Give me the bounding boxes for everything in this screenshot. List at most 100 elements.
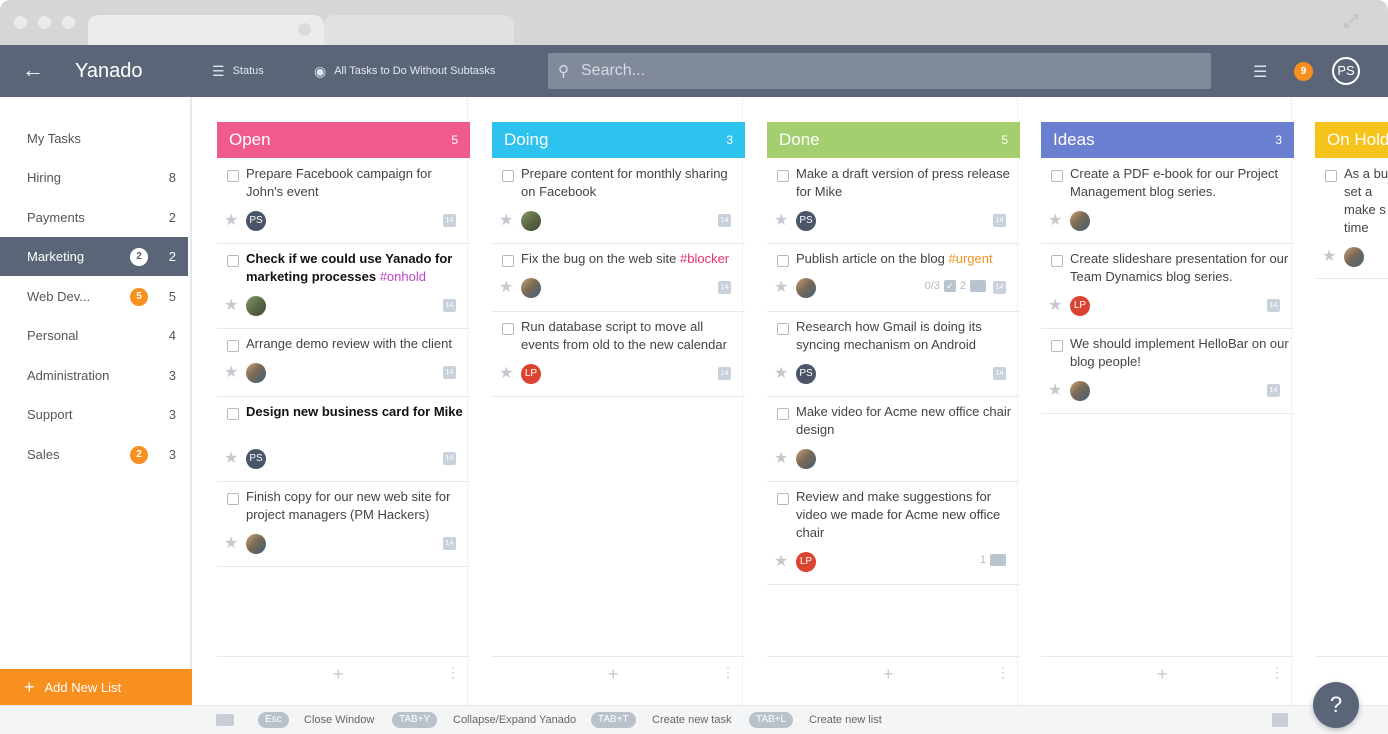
task-checkbox[interactable] — [227, 340, 239, 352]
calendar-icon[interactable]: 14 — [1267, 384, 1280, 397]
task-checkbox[interactable] — [777, 493, 789, 505]
help-question-icon[interactable]: ? — [1313, 682, 1359, 728]
star-icon[interactable]: ★ — [774, 554, 788, 570]
view-filter-button[interactable]: ◉ All Tasks to Do Without Subtasks — [314, 62, 495, 80]
more-options-icon[interactable]: ⋮ — [721, 665, 735, 679]
calendar-icon[interactable]: 14 — [443, 366, 456, 379]
star-icon[interactable]: ★ — [774, 280, 788, 296]
task-card[interactable]: Make a draft version of press release fo… — [767, 165, 1020, 244]
star-icon[interactable]: ★ — [1048, 298, 1062, 314]
add-task-icon[interactable]: + — [608, 665, 619, 683]
column-header[interactable]: Ideas 3 — [1041, 122, 1294, 158]
add-new-list-button[interactable]: + Add New List — [0, 669, 192, 705]
star-icon[interactable]: ★ — [499, 366, 513, 382]
calendar-icon[interactable]: 14 — [718, 367, 731, 380]
assignee-avatar[interactable] — [521, 211, 541, 231]
calendar-icon[interactable]: 14 — [443, 214, 456, 227]
comment-icon[interactable] — [990, 554, 1006, 566]
star-icon[interactable]: ★ — [1048, 383, 1062, 399]
star-icon[interactable]: ★ — [774, 451, 788, 467]
task-tag[interactable]: #blocker — [680, 251, 729, 266]
task-card[interactable]: Review and make suggestions for video we… — [767, 488, 1020, 585]
task-card[interactable]: Arrange demo review with the client ★ 14 — [217, 335, 470, 397]
task-checkbox[interactable] — [1325, 170, 1337, 182]
sidebar-item-support[interactable]: Support 3 — [0, 395, 188, 434]
more-options-icon[interactable]: ⋮ — [996, 665, 1010, 679]
back-arrow-icon[interactable]: ← — [22, 57, 44, 83]
task-checkbox[interactable] — [227, 408, 239, 420]
search-input[interactable] — [581, 62, 1181, 80]
task-checkbox[interactable] — [227, 170, 239, 182]
task-checkbox[interactable] — [1051, 255, 1063, 267]
sidebar-item-administration[interactable]: Administration 3 — [0, 356, 188, 395]
star-icon[interactable]: ★ — [1048, 213, 1062, 229]
add-task-icon[interactable]: + — [1157, 665, 1168, 683]
task-checkbox[interactable] — [777, 323, 789, 335]
task-checkbox[interactable] — [502, 170, 514, 182]
assignee-avatar[interactable] — [246, 296, 266, 316]
calendar-icon[interactable]: 14 — [718, 281, 731, 294]
browser-tab[interactable] — [88, 15, 324, 45]
calendar-icon[interactable]: 14 — [993, 281, 1006, 294]
task-checkbox[interactable] — [227, 493, 239, 505]
task-checkbox[interactable] — [502, 323, 514, 335]
task-card[interactable]: Check if we could use Yanado for marketi… — [217, 250, 470, 329]
browser-tab-inactive[interactable] — [324, 15, 514, 45]
more-options-icon[interactable]: ⋮ — [446, 665, 460, 679]
assignee-avatar[interactable]: PS — [246, 449, 266, 469]
task-card[interactable]: Publish article on the blog #urgent ★ 0/… — [767, 250, 1020, 312]
task-tag[interactable]: #urgent — [948, 251, 992, 266]
assignee-avatar[interactable] — [1070, 381, 1090, 401]
task-card[interactable]: Run database script to move all events f… — [492, 318, 745, 397]
task-checkbox[interactable] — [1051, 170, 1063, 182]
task-card[interactable]: Create a PDF e-book for our Project Mana… — [1041, 165, 1294, 244]
task-card[interactable]: We should implement HelloBar on our blog… — [1041, 335, 1294, 414]
star-icon[interactable]: ★ — [499, 213, 513, 229]
assignee-avatar[interactable]: PS — [796, 364, 816, 384]
star-icon[interactable]: ★ — [224, 451, 238, 467]
window-minimize-dot[interactable] — [38, 16, 51, 29]
assignee-avatar[interactable]: PS — [796, 211, 816, 231]
assignee-avatar[interactable] — [1070, 211, 1090, 231]
comment-icon[interactable] — [970, 280, 986, 292]
task-checkbox[interactable] — [777, 255, 789, 267]
assignee-avatar[interactable]: LP — [796, 552, 816, 572]
assignee-avatar[interactable] — [796, 449, 816, 469]
fullscreen-icon[interactable]: ⤢ — [1344, 12, 1362, 30]
column-header[interactable]: Done 5 — [767, 122, 1020, 158]
add-task-icon[interactable]: + — [333, 665, 344, 683]
star-icon[interactable]: ★ — [499, 280, 513, 296]
print-icon[interactable] — [1272, 713, 1288, 727]
star-icon[interactable]: ★ — [1322, 249, 1336, 265]
task-checkbox[interactable] — [502, 255, 514, 267]
window-maximize-dot[interactable] — [62, 16, 75, 29]
sidebar-item-sales[interactable]: Sales 2 3 — [0, 435, 188, 474]
star-icon[interactable]: ★ — [774, 213, 788, 229]
add-task-icon[interactable]: + — [883, 665, 894, 683]
status-button[interactable]: ☰ Status — [212, 62, 264, 80]
calendar-icon[interactable]: 14 — [993, 214, 1006, 227]
assignee-avatar[interactable] — [1344, 247, 1364, 267]
calendar-icon[interactable]: 14 — [1267, 299, 1280, 312]
sidebar-item-hiring[interactable]: Hiring 8 — [0, 158, 188, 197]
sidebar-item-web-dev[interactable]: Web Dev... 5 5 — [0, 277, 188, 316]
task-card[interactable]: Prepare Facebook campaign for John's eve… — [217, 165, 470, 244]
star-icon[interactable]: ★ — [774, 366, 788, 382]
assignee-avatar[interactable]: PS — [246, 211, 266, 231]
calendar-icon[interactable]: 14 — [993, 367, 1006, 380]
star-icon[interactable]: ★ — [224, 365, 238, 381]
sidebar-item-personal[interactable]: Personal 4 — [0, 316, 188, 355]
search-bar[interactable]: ⚲ — [548, 53, 1211, 89]
task-card[interactable]: Create slideshare presentation for our T… — [1041, 250, 1294, 329]
calendar-icon[interactable]: 14 — [443, 452, 456, 465]
task-checkbox[interactable] — [777, 408, 789, 420]
sidebar-item-my-tasks[interactable]: My Tasks — [0, 119, 188, 158]
calendar-icon[interactable]: 14 — [443, 299, 456, 312]
assignee-avatar[interactable] — [246, 363, 266, 383]
star-icon[interactable]: ★ — [224, 536, 238, 552]
star-icon[interactable]: ★ — [224, 213, 238, 229]
calendar-icon[interactable]: 14 — [443, 537, 456, 550]
assignee-avatar[interactable]: LP — [521, 364, 541, 384]
task-card[interactable]: Research how Gmail is doing its syncing … — [767, 318, 1020, 397]
calendar-icon[interactable]: 14 — [718, 214, 731, 227]
